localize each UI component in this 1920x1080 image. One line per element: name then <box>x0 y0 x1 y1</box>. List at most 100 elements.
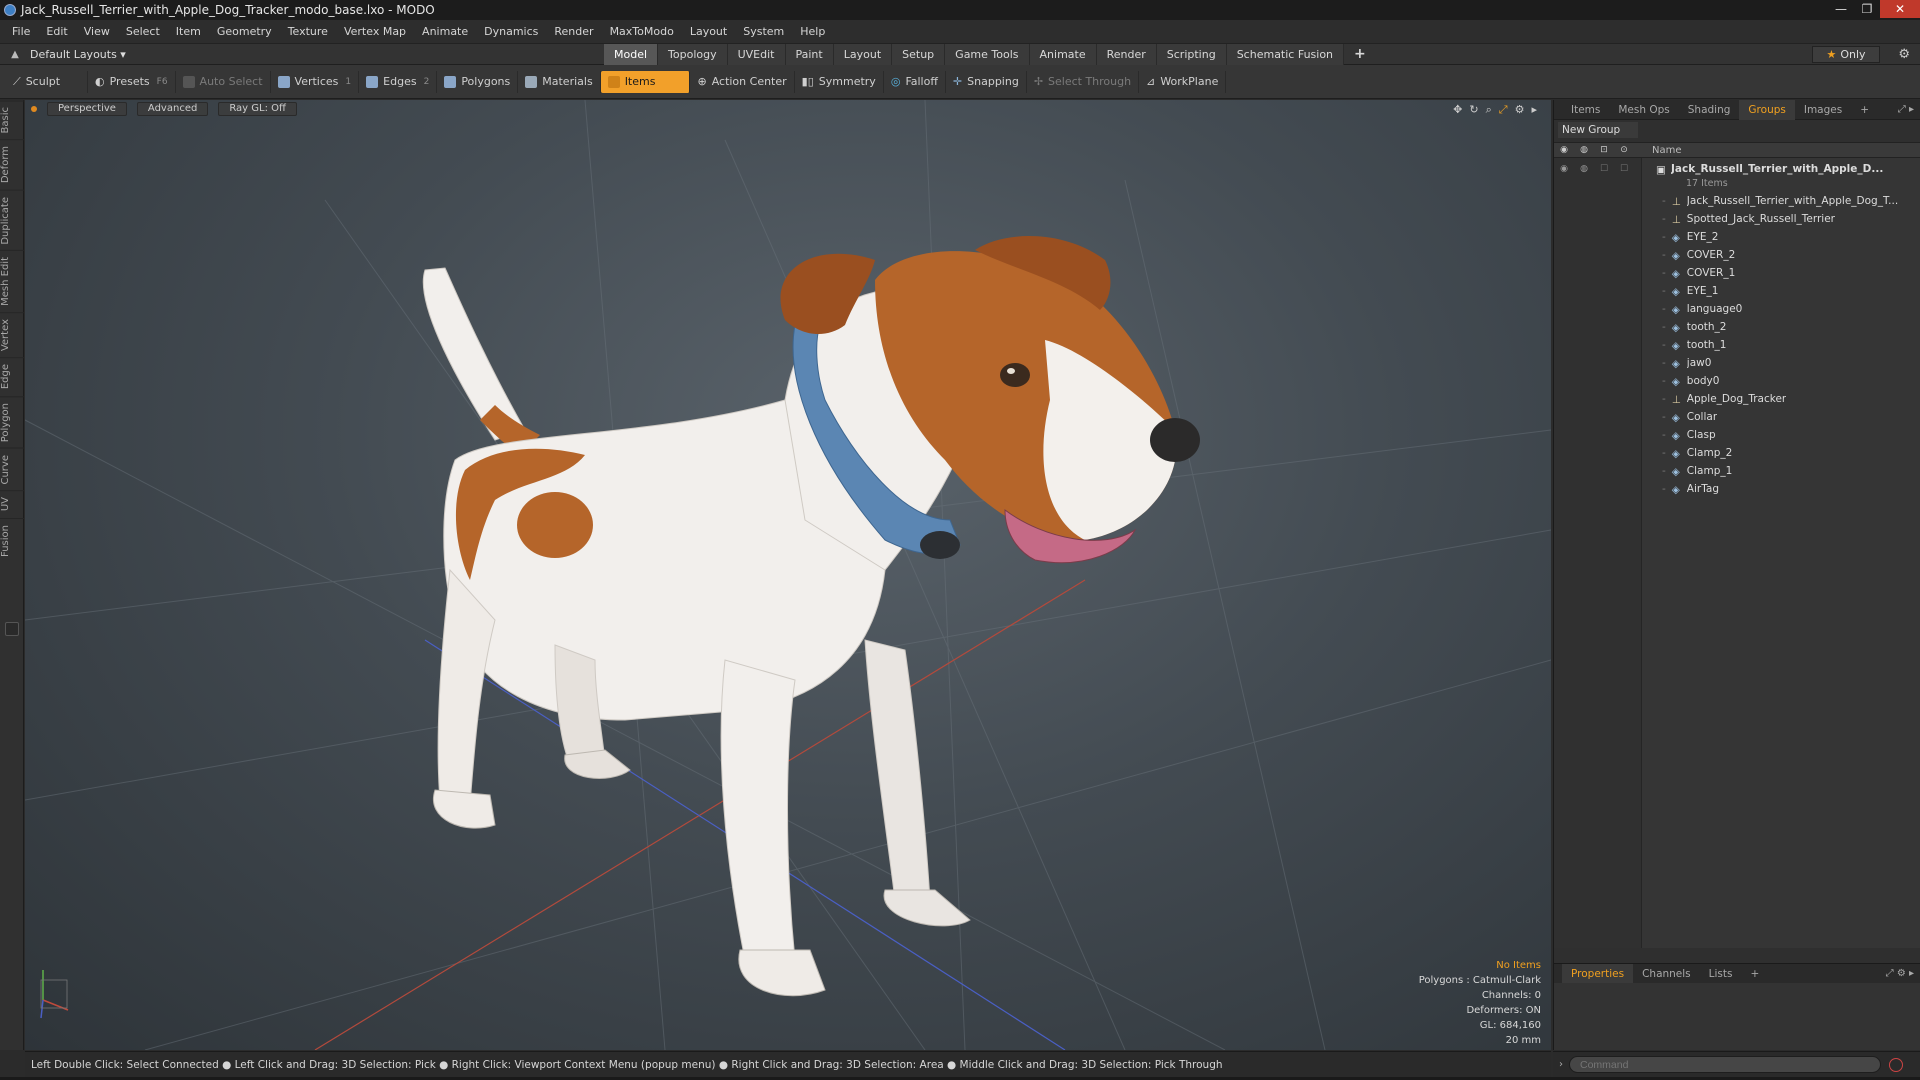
group-item-row[interactable]: - ◈ language0 <box>1554 300 1920 318</box>
group-item-row[interactable]: - ◈ Clamp_2 <box>1554 444 1920 462</box>
render-icon[interactable]: ◍ <box>1574 164 1594 174</box>
tab-layout[interactable]: Layout <box>833 44 893 65</box>
tab-uvedit[interactable]: UVEdit <box>727 44 786 65</box>
visibility-eye-icon[interactable]: ◉ <box>1554 145 1574 155</box>
tab-scripting[interactable]: Scripting <box>1156 44 1227 65</box>
group-item-row[interactable]: - ◈ COVER_1 <box>1554 264 1920 282</box>
tab-groups[interactable]: Groups <box>1739 99 1795 120</box>
render-icon[interactable]: ◍ <box>1574 145 1594 155</box>
properties-expand-icon[interactable]: ⤢ ⚙ ▸ <box>1886 968 1914 979</box>
tab-properties[interactable]: Properties <box>1562 963 1634 984</box>
edges-button[interactable]: Edges 2 <box>359 70 438 93</box>
menu-dynamics[interactable]: Dynamics <box>476 20 546 44</box>
tab-paint[interactable]: Paint <box>785 44 834 65</box>
menu-layout[interactable]: Layout <box>682 20 735 44</box>
group-item-row[interactable]: - ◈ AirTag <box>1554 480 1920 498</box>
items-button[interactable]: Items <box>600 70 691 93</box>
group-item-row[interactable]: - ◈ jaw0 <box>1554 354 1920 372</box>
lefttab-uv[interactable]: UV <box>0 490 24 518</box>
minimize-button[interactable]: — <box>1828 0 1854 18</box>
menu-maxtomodo[interactable]: MaxToModo <box>602 20 682 44</box>
toggle-panel-button[interactable] <box>5 622 19 636</box>
sculpt-button[interactable]: ⟋ Sculpt <box>6 70 88 93</box>
lefttab-fusion[interactable]: Fusion <box>0 517 24 563</box>
workplane-button[interactable]: ⊿ WorkPlane <box>1139 70 1227 93</box>
group-item-row[interactable]: - ⊥ Jack_Russell_Terrier_with_Apple_Dog_T.… <box>1554 192 1920 210</box>
menu-item[interactable]: Item <box>168 20 209 44</box>
close-button[interactable]: ✕ <box>1880 0 1920 18</box>
menu-file[interactable]: File <box>4 20 38 44</box>
lefttab-basic[interactable]: Basic <box>0 100 24 140</box>
group-item-row[interactable]: - ◈ EYE_2 <box>1554 228 1920 246</box>
lefttab-polygon[interactable]: Polygon <box>0 395 24 448</box>
snapping-button[interactable]: ✛ Snapping <box>946 70 1027 93</box>
menu-texture[interactable]: Texture <box>280 20 336 44</box>
menu-system[interactable]: System <box>735 20 792 44</box>
tab-images[interactable]: Images <box>1795 100 1851 120</box>
tab-topology[interactable]: Topology <box>658 44 728 65</box>
auto-select-button[interactable]: Auto Select <box>176 70 271 93</box>
select-icon[interactable]: ☐ <box>1614 164 1634 174</box>
tab-mesh-ops[interactable]: Mesh Ops <box>1609 100 1678 120</box>
polygons-button[interactable]: Polygons <box>437 70 519 93</box>
select-icon[interactable]: ⊙ <box>1614 145 1634 155</box>
tab-setup[interactable]: Setup <box>892 44 946 65</box>
group-item-row[interactable]: - ◈ Clamp_1 <box>1554 462 1920 480</box>
tab-animate[interactable]: Animate <box>1029 44 1097 65</box>
add-panel-tab-button[interactable]: + <box>1851 100 1878 120</box>
tab-render[interactable]: Render <box>1096 44 1157 65</box>
lefttab-mesh-edit[interactable]: Mesh Edit <box>0 250 24 313</box>
viewport-settings-icon[interactable]: ⚙ <box>1515 103 1525 117</box>
group-item-row[interactable]: - ◈ tooth_1 <box>1554 336 1920 354</box>
presets-button[interactable]: ◐ Presets F6 <box>88 70 176 93</box>
menu-select[interactable]: Select <box>118 20 168 44</box>
lefttab-deform[interactable]: Deform <box>0 139 24 190</box>
zoom-icon[interactable]: ⌕ <box>1486 103 1492 117</box>
tab-items[interactable]: Items <box>1562 100 1609 120</box>
record-macro-icon[interactable] <box>1889 1057 1903 1072</box>
layouts-dropdown[interactable]: Default Layouts ▾ <box>30 48 126 61</box>
maximize-button[interactable]: ❐ <box>1854 0 1880 18</box>
vertices-button[interactable]: Vertices 1 <box>271 70 360 93</box>
menu-help[interactable]: Help <box>792 20 833 44</box>
gear-icon[interactable]: ⚙ <box>1898 47 1910 62</box>
group-item-row[interactable]: - ◈ body0 <box>1554 372 1920 390</box>
tab-shading[interactable]: Shading <box>1679 100 1740 120</box>
menu-edit[interactable]: Edit <box>38 20 75 44</box>
action-center-button[interactable]: ⊕ Action Center <box>690 70 795 93</box>
viewport-expand-icon[interactable]: ▸ <box>1531 103 1537 117</box>
tab-game-tools[interactable]: Game Tools <box>945 44 1030 65</box>
tab-lists[interactable]: Lists <box>1700 964 1742 984</box>
command-history-arrow-icon[interactable]: › <box>1559 1059 1563 1070</box>
name-column-header[interactable]: Name <box>1652 145 1682 156</box>
group-item-row[interactable]: - ◈ Collar <box>1554 408 1920 426</box>
lefttab-duplicate[interactable]: Duplicate <box>0 189 24 251</box>
menu-view[interactable]: View <box>76 20 118 44</box>
group-item-row[interactable]: - ⊥ Spotted_Jack_Russell_Terrier <box>1554 210 1920 228</box>
menu-animate[interactable]: Animate <box>414 20 476 44</box>
view-type-button[interactable]: Perspective <box>47 102 127 116</box>
symmetry-button[interactable]: ▮▯ Symmetry <box>795 70 884 93</box>
layout-toggle-icon[interactable]: ▲ <box>8 47 22 61</box>
lock-icon[interactable]: ☐ <box>1594 164 1614 174</box>
group-item-row[interactable]: - ◈ Clasp <box>1554 426 1920 444</box>
only-button[interactable]: ★ Only <box>1812 46 1880 63</box>
menu-geometry[interactable]: Geometry <box>209 20 280 44</box>
menu-render[interactable]: Render <box>546 20 601 44</box>
lefttab-edge[interactable]: Edge <box>0 357 24 396</box>
command-input[interactable] <box>1569 1056 1881 1073</box>
new-group-button[interactable]: New Group <box>1558 122 1638 138</box>
lock-icon[interactable]: ⊡ <box>1594 145 1614 155</box>
tab-model[interactable]: Model <box>604 44 659 65</box>
group-item-row[interactable]: - ◈ tooth_2 <box>1554 318 1920 336</box>
raygl-button[interactable]: Ray GL: Off <box>218 102 297 116</box>
rotate-icon[interactable]: ↻ <box>1469 103 1478 117</box>
shading-mode-button[interactable]: Advanced <box>136 102 209 116</box>
visibility-eye-icon[interactable]: ◉ <box>1554 164 1574 174</box>
3d-viewport[interactable]: Perspective Advanced Ray GL: Off ✥ ↻ ⌕ ⤢… <box>25 100 1551 1050</box>
falloff-button[interactable]: ◎ Falloff <box>884 70 946 93</box>
add-tab-button[interactable]: + <box>1344 44 1376 65</box>
materials-button[interactable]: Materials <box>518 70 601 93</box>
fit-icon[interactable]: ⤢ <box>1499 103 1508 117</box>
viewport-menu-dot-icon[interactable] <box>31 106 37 112</box>
